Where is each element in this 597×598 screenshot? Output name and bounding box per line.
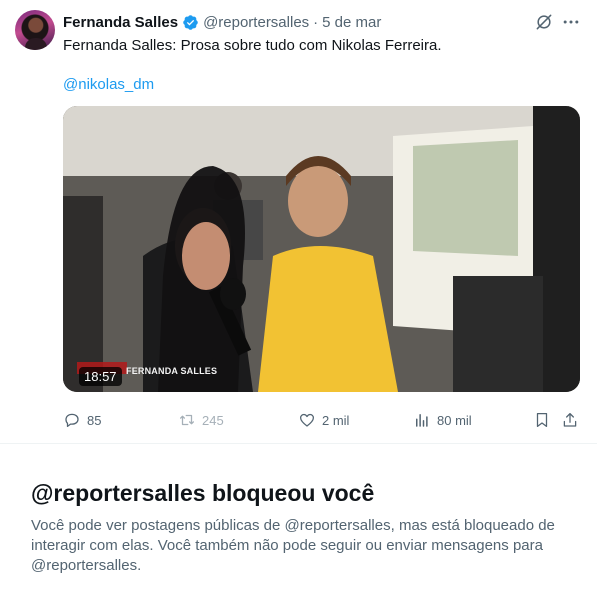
video-watermark: FERNANDA SALLES: [126, 366, 218, 376]
bookmark-button[interactable]: [533, 409, 551, 431]
tweet-text: Fernanda Salles: Prosa sobre tudo com Ni…: [63, 37, 442, 54]
retweet-icon: [179, 414, 195, 426]
like-button[interactable]: 2 mil: [298, 409, 349, 431]
tweet-header: Fernanda Salles @reportersalles · 5 de m…: [63, 12, 381, 32]
video-duration: 18:57: [79, 367, 122, 386]
views-icon: [416, 414, 428, 427]
share-button[interactable]: [561, 409, 579, 431]
tweet-actions: 85 245 2 mil 80 mil: [63, 409, 583, 431]
reply-icon: [65, 413, 79, 428]
retweet-button[interactable]: 245: [178, 409, 224, 431]
reply-button[interactable]: 85: [63, 409, 101, 431]
bookmark-icon: [536, 412, 548, 428]
author-name[interactable]: Fernanda Salles: [63, 14, 178, 31]
tweet-card[interactable]: Fernanda Salles @reportersalles · 5 de m…: [0, 0, 597, 443]
verified-badge-icon: [183, 14, 198, 30]
separator-dot: ·: [313, 13, 319, 31]
tweet-date[interactable]: 5 de mar: [322, 14, 381, 31]
view-count: 80 mil: [437, 412, 472, 428]
video-player[interactable]: [63, 106, 580, 392]
mention-link[interactable]: @nikolas_dm: [63, 75, 154, 95]
grok-icon[interactable]: [534, 12, 554, 32]
retweet-count: 245: [202, 412, 224, 428]
blocked-description: Você pode ver postagens públicas de @rep…: [31, 517, 555, 574]
views-button[interactable]: 80 mil: [413, 409, 472, 431]
share-icon: [563, 412, 577, 427]
blocked-title: @reportersalles bloqueou você: [31, 480, 375, 506]
avatar[interactable]: [15, 10, 55, 50]
author-handle[interactable]: @reportersalles: [203, 14, 309, 31]
video-thumbnail: [63, 106, 580, 392]
more-options-icon[interactable]: [561, 12, 581, 32]
reply-count: 85: [87, 412, 102, 428]
section-divider: [0, 443, 597, 444]
heart-icon: [299, 413, 315, 427]
like-count: 2 mil: [322, 412, 350, 428]
